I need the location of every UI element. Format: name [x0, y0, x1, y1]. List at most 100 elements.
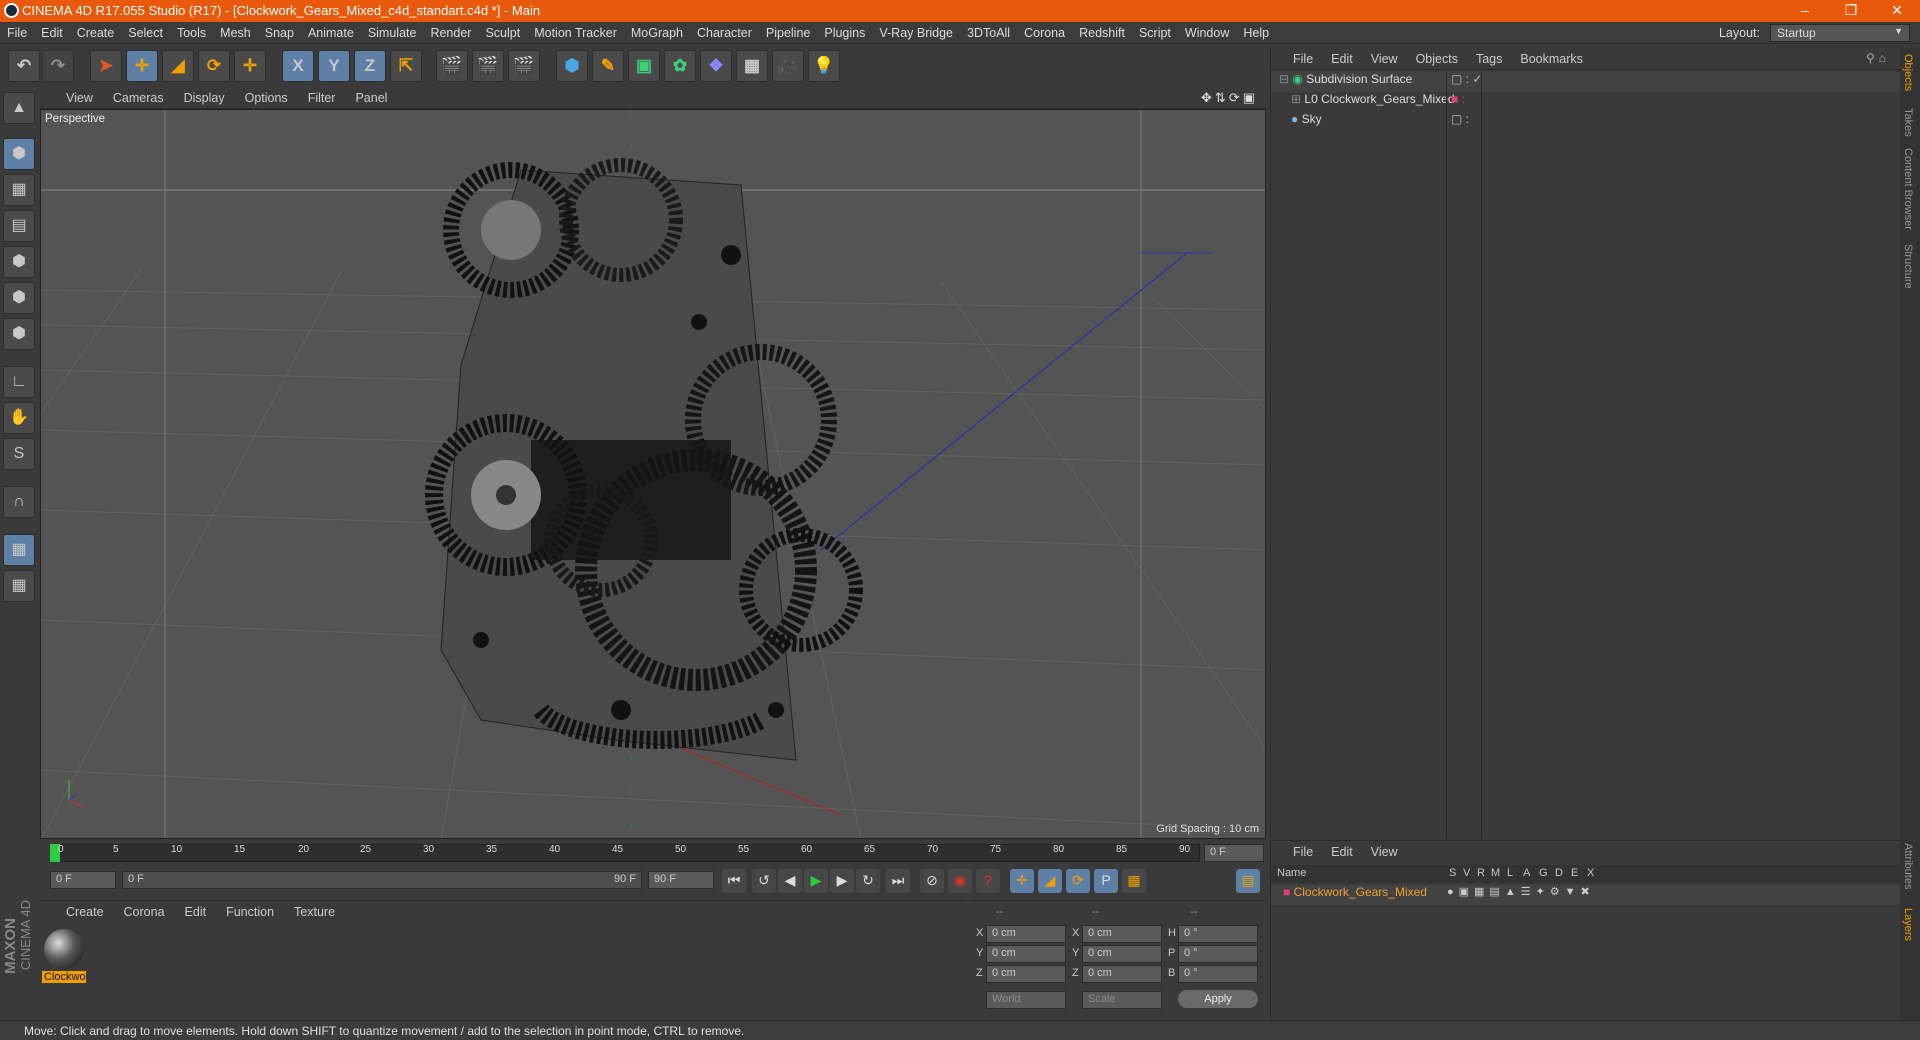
- render-picture-queue-icon[interactable]: 🎬: [472, 50, 504, 82]
- key-move-icon[interactable]: ✛: [1010, 869, 1034, 893]
- close-icon[interactable]: ✕: [1874, 0, 1920, 22]
- y-axis-button[interactable]: Y: [318, 50, 350, 82]
- light-icon[interactable]: 💡: [808, 50, 840, 82]
- key-param-icon[interactable]: P: [1094, 869, 1118, 893]
- mat-menu-corona[interactable]: Corona: [114, 901, 175, 919]
- obj-menu-objects[interactable]: Objects: [1407, 48, 1467, 66]
- menu-3dtoall[interactable]: 3DToAll: [960, 22, 1017, 44]
- next-frame-icon[interactable]: ▶: [830, 869, 854, 893]
- edges-icon[interactable]: ⬢: [3, 282, 35, 314]
- start-frame-field[interactable]: 0 F: [50, 871, 116, 889]
- timeline-track[interactable]: [50, 844, 1200, 862]
- tree-expand-icon[interactable]: ⊞: [1291, 92, 1301, 106]
- menu-motion-tracker[interactable]: Motion Tracker: [527, 22, 624, 44]
- menu-file[interactable]: File: [0, 22, 34, 44]
- vp-menu-display[interactable]: Display: [174, 87, 235, 105]
- tab-structure[interactable]: Structure: [1902, 244, 1914, 289]
- menu-select[interactable]: Select: [121, 22, 170, 44]
- tab-attributes[interactable]: Attributes: [1902, 843, 1914, 889]
- layout-select[interactable]: Startup ▼: [1770, 24, 1910, 42]
- obj-menu-file[interactable]: File: [1271, 48, 1322, 66]
- object-row-clockwork[interactable]: ⊞ L0 Clockwork_Gears_Mixed ■ :: [1271, 92, 1901, 112]
- undo-icon[interactable]: ↶: [8, 50, 40, 82]
- keyframe-icon[interactable]: ⊘: [920, 869, 944, 893]
- coord-size-y[interactable]: 0 cm: [1082, 945, 1162, 963]
- mat-menu-function[interactable]: Function: [216, 901, 284, 919]
- search-icon[interactable]: ⚲⌂: [1866, 51, 1890, 65]
- prev-key-icon[interactable]: ↺: [752, 869, 776, 893]
- vp-menu-panel[interactable]: Panel: [345, 87, 397, 105]
- move-icon[interactable]: ✛: [126, 50, 158, 82]
- key-rotate-icon[interactable]: ⟳: [1066, 869, 1090, 893]
- coord-mode-select[interactable]: World: [986, 991, 1066, 1009]
- timeline-ruler[interactable]: 0 F 0 5 10 15 20 25 30 35 40 45 50 55 60…: [40, 842, 1266, 864]
- coord-rot-p[interactable]: 0 °: [1178, 945, 1258, 963]
- object-row-sky[interactable]: ● Sky ▢ :: [1271, 112, 1901, 132]
- goto-start-icon[interactable]: ⏮: [722, 869, 746, 893]
- next-key-icon[interactable]: ↻: [856, 869, 880, 893]
- layer-flags-icons[interactable]: ●▣▦▤▲☰✦⚙▼✖: [1447, 885, 1595, 898]
- render-settings-icon[interactable]: 🎬: [508, 50, 540, 82]
- points-icon[interactable]: ⬢: [3, 246, 35, 278]
- layer-row[interactable]: ■ Clockwork_Gears_Mixed ●▣▦▤▲☰✦⚙▼✖: [1271, 885, 1901, 905]
- obj-menu-tags[interactable]: Tags: [1467, 48, 1511, 66]
- cube-icon[interactable]: ⬢: [556, 50, 588, 82]
- autokey-icon[interactable]: ?: [976, 869, 1000, 893]
- minimize-icon[interactable]: –: [1782, 0, 1828, 22]
- vp-menu-view[interactable]: View: [40, 87, 103, 105]
- x-axis-button[interactable]: X: [282, 50, 314, 82]
- menu-mograph[interactable]: MoGraph: [624, 22, 690, 44]
- menu-corona[interactable]: Corona: [1017, 22, 1072, 44]
- subdiv-icon[interactable]: ▣: [628, 50, 660, 82]
- obj-menu-edit[interactable]: Edit: [1322, 48, 1362, 66]
- menu-animate[interactable]: Animate: [301, 22, 361, 44]
- material-swatch[interactable]: Clockwo: [42, 927, 86, 987]
- menu-snap[interactable]: Snap: [258, 22, 301, 44]
- coord-size-mode-select[interactable]: Scale: [1082, 991, 1162, 1009]
- obj-menu-view[interactable]: View: [1362, 48, 1407, 66]
- range-slider[interactable]: 0 F 90 F: [122, 871, 642, 889]
- coord-rot-h[interactable]: 0 °: [1178, 925, 1258, 943]
- menu-edit[interactable]: Edit: [34, 22, 70, 44]
- scale-icon[interactable]: ◢: [162, 50, 194, 82]
- object-mode-icon[interactable]: ⬢: [3, 138, 35, 170]
- tab-layers[interactable]: Layers: [1902, 908, 1914, 941]
- vp-menu-filter[interactable]: Filter: [298, 87, 346, 105]
- world-coord-icon[interactable]: ⇱: [390, 50, 422, 82]
- texture-mode-icon[interactable]: ▦: [3, 174, 35, 206]
- object-row-subdivision[interactable]: ⊟ ◉ Subdivision Surface ▢ : ✓: [1271, 72, 1901, 92]
- play-icon[interactable]: ▶: [804, 869, 828, 893]
- floor-icon[interactable]: ▦: [736, 50, 768, 82]
- menu-create[interactable]: Create: [70, 22, 122, 44]
- menu-window[interactable]: Window: [1178, 22, 1236, 44]
- menu-redshift[interactable]: Redshift: [1072, 22, 1132, 44]
- menu-mesh[interactable]: Mesh: [213, 22, 258, 44]
- prev-frame-icon[interactable]: ◀: [778, 869, 802, 893]
- menu-pipeline[interactable]: Pipeline: [759, 22, 817, 44]
- move-alt-icon[interactable]: ✛: [234, 50, 266, 82]
- coord-pos-x[interactable]: 0 cm: [986, 925, 1066, 943]
- soft-selection-icon[interactable]: S: [3, 438, 35, 470]
- model-mode-icon[interactable]: ▲: [3, 92, 35, 124]
- camera-icon[interactable]: 🎥: [772, 50, 804, 82]
- select-icon[interactable]: ➤: [90, 50, 122, 82]
- redo-icon[interactable]: ↷: [42, 50, 74, 82]
- mat-menu-edit[interactable]: Edit: [175, 901, 217, 919]
- polygons-icon[interactable]: ⬢: [3, 318, 35, 350]
- layer-menu-edit[interactable]: Edit: [1322, 841, 1362, 859]
- deformer-icon[interactable]: ❖: [700, 50, 732, 82]
- coord-pos-y[interactable]: 0 cm: [986, 945, 1066, 963]
- vp-menu-options[interactable]: Options: [235, 87, 298, 105]
- cloner-icon[interactable]: ✿: [664, 50, 696, 82]
- z-axis-button[interactable]: Z: [354, 50, 386, 82]
- snap-icon[interactable]: ▦: [3, 534, 35, 566]
- mat-menu-create[interactable]: Create: [40, 901, 114, 919]
- rotate-icon[interactable]: ⟳: [198, 50, 230, 82]
- visibility-toggle-icon[interactable]: ▢ : ✓: [1451, 72, 1482, 86]
- viewport-nav-icons[interactable]: ✥⇅⟳▣: [1201, 90, 1258, 106]
- menu-vray-bridge[interactable]: V-Ray Bridge: [872, 22, 960, 44]
- tab-objects[interactable]: Objects: [1902, 54, 1914, 91]
- key-scale-icon[interactable]: ◢: [1038, 869, 1062, 893]
- mat-menu-texture[interactable]: Texture: [284, 901, 345, 919]
- layer-menu-view[interactable]: View: [1362, 841, 1407, 859]
